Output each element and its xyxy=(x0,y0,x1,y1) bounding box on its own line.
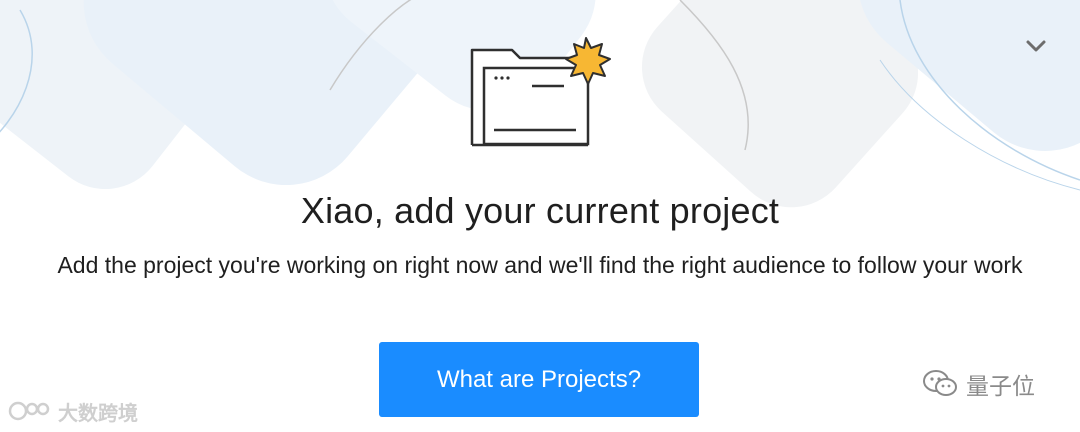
watermark-right: 量子位 xyxy=(922,364,1035,404)
wechat-icon xyxy=(923,370,957,396)
watermark-logo-icon xyxy=(8,401,50,421)
watermark-left-text: 大数跨境 xyxy=(58,402,138,425)
chevron-down-icon xyxy=(1026,40,1046,52)
what-are-projects-label: What are Projects? xyxy=(436,365,642,393)
collapse-button[interactable] xyxy=(1020,32,1052,60)
what-are-projects-button[interactable]: What are Projects? xyxy=(379,342,699,417)
watermark-right-text: 量子位 xyxy=(966,373,1035,399)
folder-with-burst-icon xyxy=(470,37,611,147)
watermark-left: 大数跨境 xyxy=(6,395,138,427)
page-title: Xiao, add your current project xyxy=(300,190,780,231)
page-subtitle: Add the project you're working on right … xyxy=(57,252,1023,278)
